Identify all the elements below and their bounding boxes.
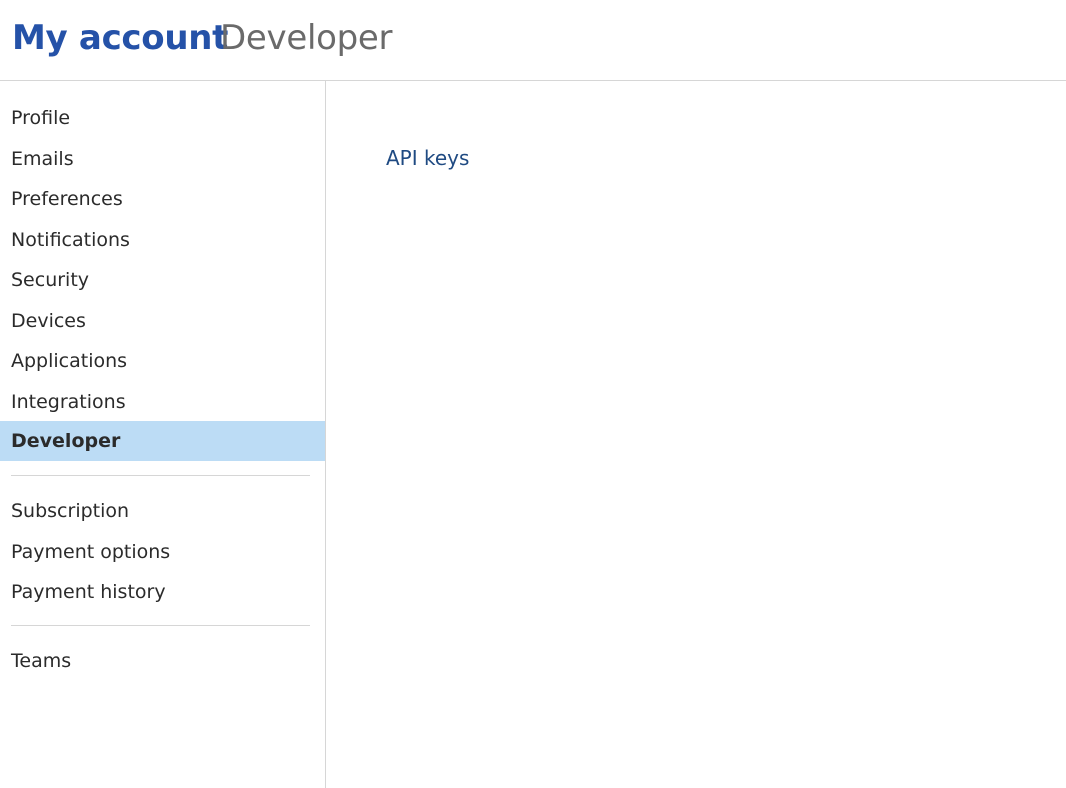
sidebar-item-profile[interactable]: Profile: [0, 98, 325, 138]
page-title: My account: [12, 18, 229, 58]
sidebar-item-emails[interactable]: Emails: [0, 139, 325, 179]
sidebar-item-applications[interactable]: Applications: [0, 341, 325, 381]
sidebar-item-developer[interactable]: Developer: [0, 421, 325, 461]
sidebar-item-payment-history[interactable]: Payment history: [0, 572, 325, 612]
sidebar-item-integrations[interactable]: Integrations: [0, 382, 325, 422]
page-header: My account Developer: [0, 0, 1066, 81]
sidebar-item-payment-options[interactable]: Payment options: [0, 532, 325, 572]
page-subtitle: Developer: [220, 18, 393, 58]
sidebar-item-notifications[interactable]: Notifications: [0, 220, 325, 260]
sidebar-divider: [11, 475, 310, 476]
sidebar-item-teams[interactable]: Teams: [0, 641, 325, 681]
sidebar-divider: [11, 625, 310, 626]
sidebar-item-subscription[interactable]: Subscription: [0, 491, 325, 531]
sidebar-nav: Profile Emails Preferences Notifications…: [0, 81, 326, 788]
sidebar-item-devices[interactable]: Devices: [0, 301, 325, 341]
sidebar-item-preferences[interactable]: Preferences: [0, 179, 325, 219]
api-keys-link[interactable]: API keys: [386, 143, 469, 173]
sidebar-item-security[interactable]: Security: [0, 260, 325, 300]
